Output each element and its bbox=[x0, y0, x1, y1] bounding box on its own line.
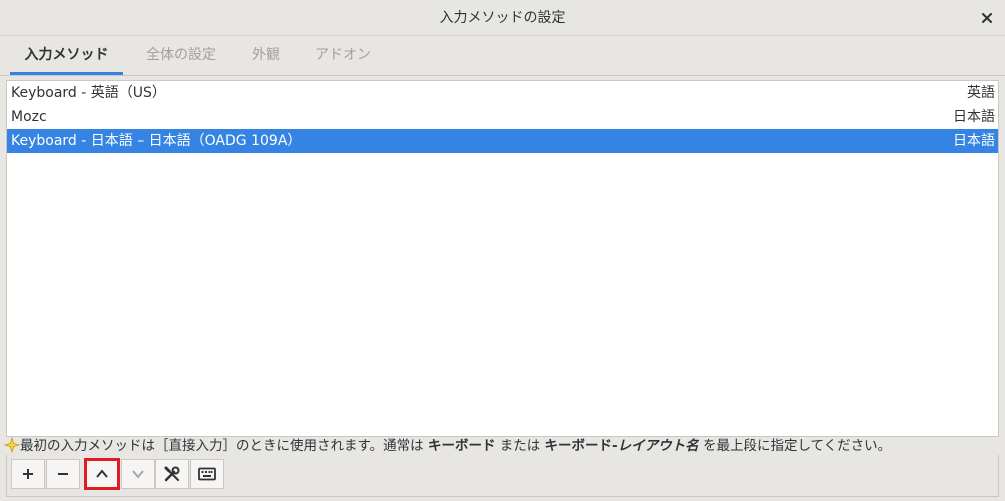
input-method-name: Mozc bbox=[11, 109, 47, 125]
toolbar bbox=[6, 455, 999, 497]
list-item[interactable]: Mozc 日本語 bbox=[7, 105, 998, 129]
close-icon bbox=[982, 13, 992, 23]
tab-addons[interactable]: アドオン bbox=[304, 36, 382, 75]
close-button[interactable] bbox=[977, 8, 997, 28]
tab-bar: 入力メソッド 全体の設定 外観 アドオン bbox=[0, 36, 1005, 76]
keyboard-icon bbox=[198, 467, 216, 481]
window-title: 入力メソッドの設定 bbox=[439, 10, 566, 26]
input-method-language: 日本語 bbox=[953, 109, 995, 125]
list-item-selected[interactable]: Keyboard - 日本語 – 日本語（OADG 109A） 日本語 bbox=[7, 129, 998, 153]
hint-text-middle: または bbox=[495, 438, 545, 454]
minus-icon bbox=[58, 473, 68, 475]
configure-button[interactable] bbox=[155, 459, 189, 489]
hint-text: 最初の入力メソッドは［直接入力］のときに使用されます。通常は キーボード または… bbox=[4, 437, 1004, 455]
keyboard-layout-button[interactable] bbox=[190, 459, 224, 489]
move-up-button[interactable] bbox=[84, 458, 120, 490]
remove-button[interactable] bbox=[46, 459, 80, 489]
tab-global-config[interactable]: 全体の設定 bbox=[136, 36, 226, 75]
plus-icon bbox=[23, 469, 33, 479]
title-bar: 入力メソッドの設定 bbox=[0, 0, 1005, 36]
chevron-down-icon bbox=[132, 470, 144, 479]
hint-bold-keyboard: キーボード bbox=[427, 438, 496, 454]
hint-text-before: 最初の入力メソッドは［直接入力］のときに使用されます。通常は bbox=[20, 438, 428, 454]
hint-bold-keyboard-layout: キーボード- bbox=[544, 438, 618, 454]
hint-layout-name: レイアウト名 bbox=[617, 438, 699, 454]
input-method-list[interactable]: Keyboard - 英語（US） 英語 Mozc 日本語 Keyboard -… bbox=[6, 80, 999, 437]
add-button[interactable] bbox=[11, 459, 45, 489]
list-item[interactable]: Keyboard - 英語（US） 英語 bbox=[7, 81, 998, 105]
move-down-button[interactable] bbox=[121, 459, 155, 489]
input-method-language: 日本語 bbox=[953, 133, 995, 149]
chevron-up-icon bbox=[96, 469, 108, 478]
input-method-name: Keyboard - 日本語 – 日本語（OADG 109A） bbox=[11, 133, 302, 149]
hint-text-after: を最上段に指定してください。 bbox=[698, 438, 892, 454]
configure-icon bbox=[164, 466, 180, 482]
star-icon bbox=[4, 437, 20, 453]
input-method-name: Keyboard - 英語（US） bbox=[11, 85, 166, 101]
input-method-language: 英語 bbox=[967, 85, 995, 101]
tab-input-methods[interactable]: 入力メソッド bbox=[10, 36, 123, 75]
tab-appearance[interactable]: 外観 bbox=[240, 36, 292, 75]
